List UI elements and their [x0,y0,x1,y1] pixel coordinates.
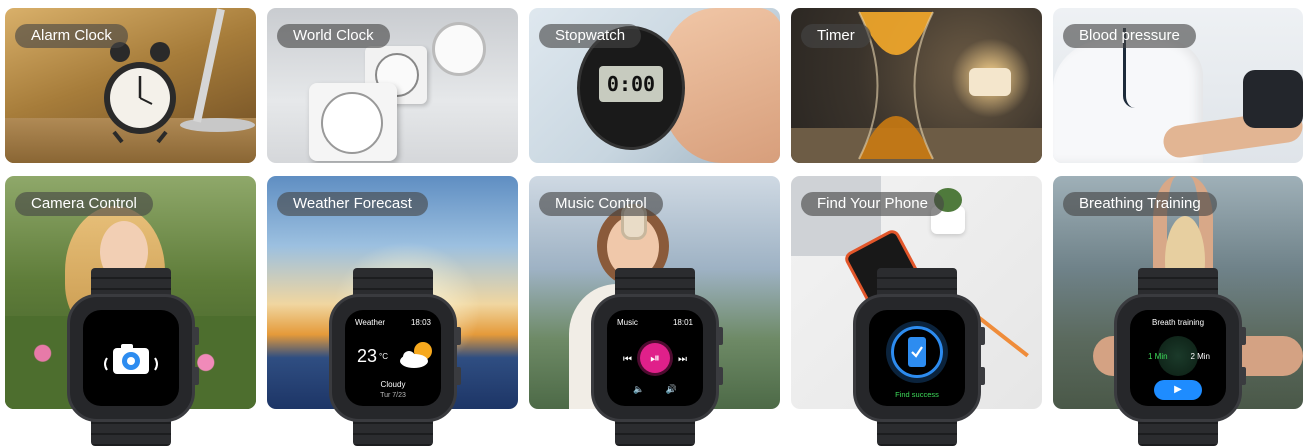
tile-world-clock[interactable]: World Clock [267,8,518,163]
tile-blood-pressure[interactable]: Blood pressure [1053,8,1303,163]
watch-screen: Music 18:01 ⏮ ⏯ ⏭ 🔈 🔊 [607,310,703,406]
breath-title: Breath training [1151,318,1205,327]
weather-date: Tur 7/23 [380,392,406,399]
smartwatch-music: Music 18:01 ⏮ ⏯ ⏭ 🔈 🔊 [591,268,723,446]
camera-icon[interactable] [103,340,159,380]
weather-title: Weather [355,318,386,327]
tile-label: Alarm Clock [15,24,128,48]
stopwatch-digits: 0:00 [606,72,656,96]
tile-stopwatch[interactable]: 0:00 Stopwatch [529,8,780,163]
tile-label: World Clock [277,24,390,48]
next-track-icon[interactable]: ⏭ [678,354,687,365]
bp-cuff [1243,70,1303,128]
lamp-arm [193,8,225,123]
volume-down-icon[interactable]: 🔈 [633,384,644,395]
phone-check-icon [908,337,926,367]
smartwatch-breathing: Breath training 1 Min 2 Min ▶ [1114,268,1246,446]
find-status: Find success [895,390,939,399]
watch-screen [83,310,179,406]
cloud-sun-icon [400,342,432,368]
clock-face-large [321,92,383,154]
weather-unit: °C [379,352,388,361]
tile-timer[interactable]: Timer [791,8,1042,163]
breath-option-2[interactable]: 2 Min [1190,352,1210,361]
smartwatch-weather: Weather 18:03 23 °C Cloudy Tur 7/23 [329,268,461,446]
alarm-clock-icon [104,42,176,144]
tile-label: Camera Control [15,192,153,216]
tile-label: Blood pressure [1063,24,1196,48]
smartwatch-find-phone: Find success [853,268,985,446]
weather-temp: 23 [357,346,378,366]
start-button[interactable]: ▶ [1154,380,1202,400]
breath-option-1[interactable]: 1 Min [1148,352,1168,361]
watch-screen: Breath training 1 Min 2 Min ▶ [1130,310,1226,406]
candle [969,68,1011,96]
tile-label: Weather Forecast [277,192,428,216]
watch-screen: Weather 18:03 23 °C Cloudy Tur 7/23 [345,310,441,406]
smartwatch-camera [67,268,199,446]
tile-label: Music Control [539,192,663,216]
music-title: Music [617,318,638,327]
tile-label: Breathing Training [1063,192,1217,216]
watch-screen: Find success [869,310,965,406]
weather-condition: Cloudy [380,380,406,389]
weather-time: 18:03 [410,318,431,327]
play-pause-button[interactable]: ⏯ [640,343,670,373]
tile-label: Timer [801,24,871,48]
lamp-base [180,118,255,132]
prev-track-icon[interactable]: ⏮ [623,354,632,365]
tile-label: Stopwatch [539,24,642,48]
tile-label: Find Your Phone [801,192,944,216]
tile-alarm-clock[interactable]: Alarm Clock [5,8,256,163]
clock-round-back [432,22,486,76]
music-time: 18:01 [672,318,693,327]
volume-up-icon[interactable]: 🔊 [666,384,677,395]
